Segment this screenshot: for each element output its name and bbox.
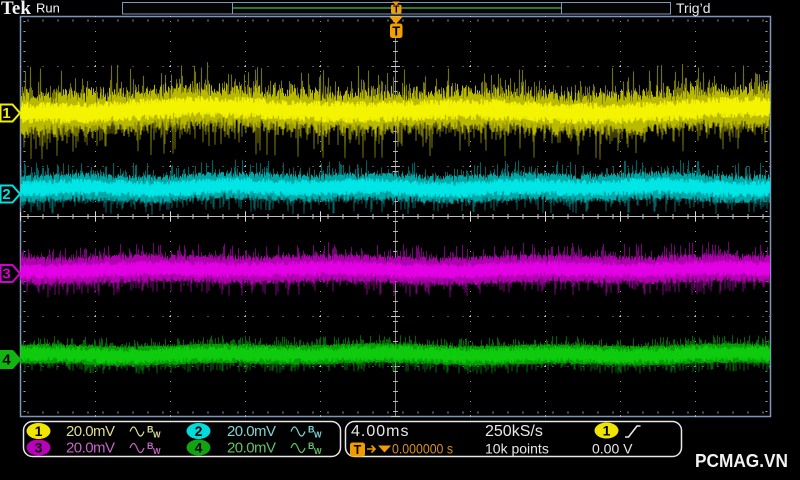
- svg-text:2: 2: [2, 186, 10, 203]
- svg-text:Trig’d: Trig’d: [676, 0, 711, 16]
- svg-text:0.00 V: 0.00 V: [592, 441, 633, 457]
- svg-text:2: 2: [195, 423, 203, 439]
- svg-text:10k points: 10k points: [485, 441, 549, 457]
- svg-text:3: 3: [2, 266, 10, 283]
- svg-text:W: W: [314, 431, 322, 440]
- svg-text:4: 4: [195, 440, 203, 456]
- svg-text:W: W: [153, 431, 161, 440]
- svg-text:PCMAG.VN: PCMAG.VN: [695, 450, 788, 471]
- svg-text:Run: Run: [36, 1, 60, 16]
- svg-text:1: 1: [35, 423, 43, 439]
- svg-text:0.000000 s: 0.000000 s: [392, 442, 453, 457]
- svg-text:20.0mV: 20.0mV: [66, 440, 115, 457]
- svg-text:4: 4: [2, 352, 11, 369]
- svg-text:W: W: [153, 447, 161, 456]
- svg-text:1: 1: [2, 105, 10, 122]
- svg-text:T: T: [393, 5, 399, 16]
- svg-text:4.00ms: 4.00ms: [351, 423, 409, 440]
- svg-text:250kS/s: 250kS/s: [485, 423, 543, 440]
- svg-text:20.0mV: 20.0mV: [227, 440, 276, 457]
- svg-text:3: 3: [35, 440, 43, 456]
- svg-text:W: W: [314, 447, 322, 456]
- svg-text:T: T: [354, 443, 362, 457]
- svg-text:1: 1: [603, 423, 611, 439]
- svg-text:20.0mV: 20.0mV: [227, 423, 276, 440]
- svg-text:T: T: [392, 24, 400, 39]
- svg-text:20.0mV: 20.0mV: [66, 423, 115, 440]
